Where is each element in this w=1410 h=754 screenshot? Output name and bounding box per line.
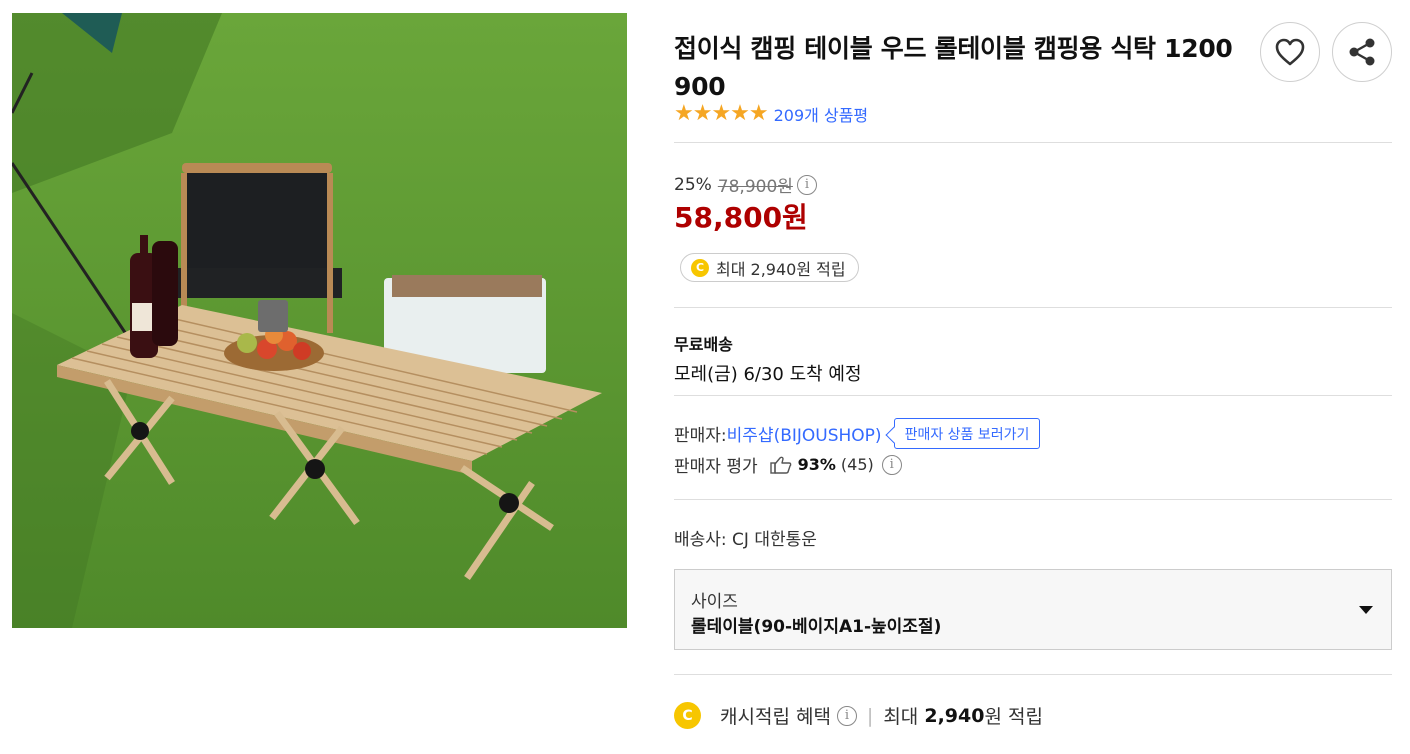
share-icon — [1349, 38, 1375, 66]
rating-stars: ★★★★★ — [674, 101, 769, 126]
info-icon[interactable]: i — [796, 174, 817, 195]
size-option-select[interactable]: 사이즈 롤테이블(90-베이지A1-높이조절) — [674, 569, 1392, 650]
divider — [674, 142, 1392, 143]
info-icon[interactable]: i — [881, 454, 902, 475]
product-image[interactable] — [12, 13, 627, 628]
seller-products-button[interactable]: 판매자 상품 보러가기 — [893, 418, 1041, 449]
cash-benefit-suffix: 원 적립 — [984, 706, 1043, 728]
divider — [674, 307, 1392, 308]
cash-benefit-prefix: 최대 — [883, 706, 919, 728]
review-count-link[interactable]: 209개 상품평 — [774, 102, 869, 126]
seller-eval-percent: 93% — [797, 455, 836, 474]
divider — [674, 395, 1392, 396]
share-button[interactable] — [1332, 22, 1392, 82]
discount-rate: 25% — [674, 174, 712, 195]
product-title: 접이식 캠핑 테이블 우드 롤테이블 캠핑용 식탁 1200 900 — [674, 34, 1233, 101]
coin-icon: C — [674, 702, 701, 729]
cash-benefit-row: C 캐시적립 혜택 i | 최대 2,940 원 적립 — [674, 702, 1043, 729]
wishlist-button[interactable] — [1260, 22, 1320, 82]
option-selected-value: 롤테이블(90-베이지A1-높이조절) — [691, 617, 942, 637]
seller-row: 판매자: 비주샵(BIJOUSHOP) 판매자 상품 보러가기 — [674, 418, 1041, 449]
thumbs-up-icon — [769, 456, 791, 474]
seller-eval-label: 판매자 평가 — [674, 457, 758, 477]
cash-benefit-amount: 2,940 — [924, 704, 985, 727]
divider — [674, 499, 1392, 500]
dropdown-arrow-icon — [1359, 606, 1373, 614]
cash-benefit-label: 캐시적립 혜택 — [720, 706, 831, 728]
info-icon[interactable]: i — [836, 705, 857, 726]
seller-evaluation-row: 판매자 평가 93% (45) i — [674, 452, 902, 477]
coin-icon: C — [691, 258, 709, 277]
original-price: 78,900원 — [717, 177, 793, 197]
divider — [674, 674, 1392, 675]
arrival-date: 모레(금) 6/30 도착 예정 — [674, 364, 862, 385]
heart-icon — [1275, 38, 1305, 66]
cash-reward-text: 최대 2,940원 적립 — [716, 259, 846, 279]
sale-price: 58,800원 — [674, 201, 808, 234]
shipping-title: 무료배송 — [674, 335, 733, 354]
seller-label: 판매자: — [674, 426, 727, 446]
original-price-row: 25% 78,900원 i — [674, 172, 817, 197]
separator: | — [866, 704, 874, 727]
seller-name-link[interactable]: 비주샵(BIJOUSHOP) — [727, 421, 882, 446]
rating-row: ★★★★★ 209개 상품평 — [674, 102, 868, 126]
cash-reward-badge: C 최대 2,940원 적립 — [680, 253, 859, 282]
seller-eval-count: (45) — [840, 455, 874, 474]
option-label: 사이즈 — [691, 592, 738, 612]
carrier-info: 배송사: CJ 대한통운 — [674, 530, 817, 550]
